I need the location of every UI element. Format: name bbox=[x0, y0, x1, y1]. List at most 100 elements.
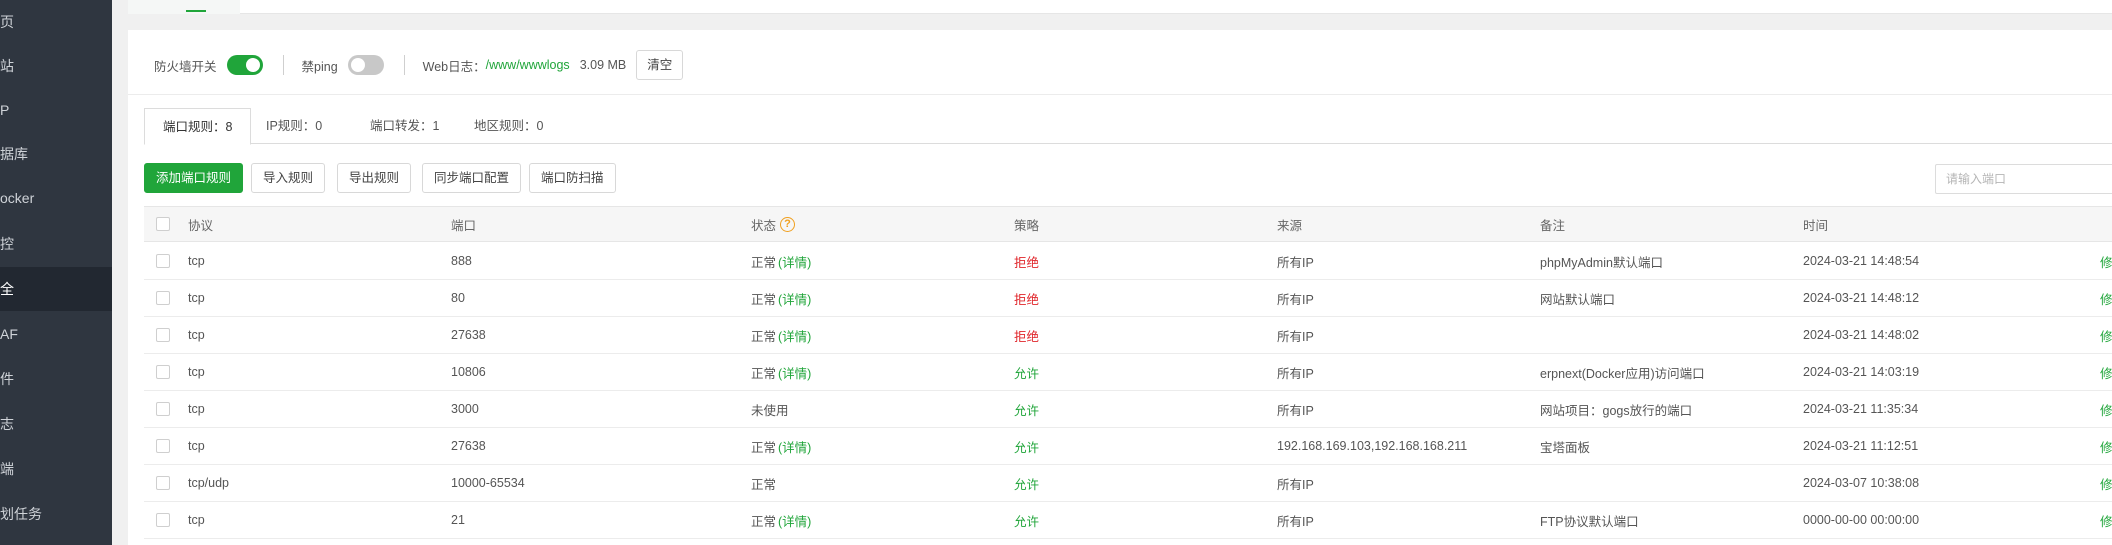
sidebar-item-ftp[interactable]: P bbox=[0, 88, 112, 132]
sync-port-config-button[interactable]: 同步端口配置 bbox=[422, 163, 522, 193]
sidebar-item-website[interactable]: 站 bbox=[0, 44, 112, 88]
cell-remark[interactable]: 网站项目：gogs放行的端口 bbox=[1540, 391, 1692, 427]
checkbox-box[interactable] bbox=[156, 439, 170, 453]
sidebar-item-label: 全 bbox=[0, 281, 14, 297]
help-icon[interactable]: ? bbox=[780, 216, 796, 232]
sidebar-item-cron[interactable]: 划任务 bbox=[0, 492, 112, 536]
checkbox-box[interactable] bbox=[156, 328, 170, 342]
row-checkbox[interactable] bbox=[156, 391, 170, 427]
tab-region-rules[interactable]: 地区规则：0 bbox=[456, 108, 561, 144]
sidebar-item-label: 划任务 bbox=[0, 506, 42, 522]
cell-policy[interactable]: 允许 bbox=[1014, 428, 1039, 464]
row-checkbox[interactable] bbox=[156, 280, 170, 316]
sidebar-item-files[interactable]: 件 bbox=[0, 357, 112, 401]
sidebar-item-security[interactable]: 全 bbox=[0, 267, 112, 311]
cell-port: 27638 bbox=[451, 328, 486, 342]
row-checkbox[interactable] bbox=[156, 317, 170, 353]
cell-policy[interactable]: 拒绝 bbox=[1014, 317, 1039, 353]
top-tab-active[interactable] bbox=[128, 0, 240, 14]
checkbox-box[interactable] bbox=[156, 217, 170, 231]
cell-policy[interactable]: 允许 bbox=[1014, 502, 1039, 538]
edit-link[interactable]: 修改 bbox=[2100, 280, 2112, 316]
select-all-checkbox[interactable] bbox=[156, 207, 170, 241]
sidebar-item-terminal[interactable]: 端 bbox=[0, 447, 112, 491]
edit-link[interactable]: 修改 bbox=[2100, 243, 2112, 279]
tab-ip-rules[interactable]: IP规则：0 bbox=[248, 108, 340, 144]
ping-toggle[interactable] bbox=[347, 55, 384, 75]
cell-source: 所有IP bbox=[1277, 255, 1314, 270]
tab-port-forward[interactable]: 端口转发：1 bbox=[352, 108, 457, 144]
status-detail-link[interactable]: (详情) bbox=[778, 326, 811, 345]
cell-policy[interactable]: 允许 bbox=[1014, 354, 1039, 390]
checkbox-box[interactable] bbox=[156, 476, 170, 490]
cell-remark[interactable]: FTP协议默认端口 bbox=[1540, 502, 1639, 538]
cell-source: 所有IP bbox=[1277, 477, 1314, 492]
header-time[interactable]: 时间 bbox=[1803, 207, 1828, 241]
cell-remark[interactable]: 宝塔面板 bbox=[1540, 428, 1590, 464]
cell-protocol: tcp bbox=[188, 402, 205, 416]
cell-remark[interactable]: 网站默认端口 bbox=[1540, 280, 1615, 316]
add-port-rule-button[interactable]: 添加端口规则 bbox=[144, 163, 244, 193]
weblog-path-link[interactable]: /www/wwwlogs bbox=[486, 58, 570, 72]
checkbox-box[interactable] bbox=[156, 513, 170, 527]
header-protocol[interactable]: 协议 bbox=[188, 207, 213, 241]
port-search-input[interactable] bbox=[1935, 164, 2112, 194]
tab-port-rules[interactable]: 端口规则：8 bbox=[144, 108, 252, 145]
firewall-switch-label: 防火墙开关 bbox=[154, 59, 217, 74]
cell-status: 正常 (详情) bbox=[751, 317, 811, 353]
edit-link[interactable]: 修改 bbox=[2100, 502, 2112, 538]
status-detail-link[interactable]: (详情) bbox=[778, 511, 811, 530]
sidebar-item-monitor[interactable]: 控 bbox=[0, 222, 112, 266]
row-checkbox[interactable] bbox=[156, 465, 170, 501]
status-detail-link[interactable]: (详情) bbox=[778, 363, 811, 382]
cell-port: 10806 bbox=[451, 365, 486, 379]
sidebar-item-label: 站 bbox=[0, 58, 14, 74]
sidebar-item-docker[interactable]: ocker bbox=[0, 176, 112, 220]
cell-time: 2024-03-07 10:38:08 bbox=[1803, 476, 1920, 490]
edit-link[interactable]: 修改 bbox=[2100, 428, 2112, 464]
cell-policy[interactable]: 拒绝 bbox=[1014, 280, 1039, 316]
cell-remark[interactable]: phpMyAdmin默认端口 bbox=[1540, 243, 1663, 279]
status-text: 正常 bbox=[751, 366, 777, 381]
edit-link[interactable]: 修改 bbox=[2100, 317, 2112, 353]
sidebar-item-logs[interactable]: 志 bbox=[0, 402, 112, 446]
cell-policy[interactable]: 允许 bbox=[1014, 391, 1039, 427]
sidebar-item-label: 控 bbox=[0, 236, 14, 252]
sidebar-item-database[interactable]: 据库 bbox=[0, 132, 112, 176]
sidebar-item-label: 页 bbox=[0, 14, 14, 30]
cell-policy[interactable]: 允许 bbox=[1014, 465, 1039, 501]
checkbox-box[interactable] bbox=[156, 402, 170, 416]
row-checkbox[interactable] bbox=[156, 428, 170, 464]
cell-time: 2024-03-21 14:48:12 bbox=[1803, 291, 1920, 305]
cell-remark[interactable]: erpnext(Docker应用)访问端口 bbox=[1540, 354, 1705, 390]
table-row: tcp 80 正常 (详情) 拒绝 所有IP 网站默认端口 2024-03-21 14:48:… bbox=[144, 280, 2112, 317]
checkbox-box[interactable] bbox=[156, 254, 170, 268]
clear-log-button[interactable]: 清空 bbox=[636, 50, 684, 80]
table-row: tcp 10806 正常 (详情) 允许 所有IP erpnext(Docker应用)访问端… bbox=[144, 354, 2112, 391]
row-checkbox[interactable] bbox=[156, 354, 170, 390]
header-status-label: 状态 bbox=[751, 218, 777, 233]
status-detail-link[interactable]: (详情) bbox=[778, 437, 811, 456]
ping-label: 禁ping bbox=[301, 59, 338, 74]
sidebar-item-home[interactable]: 页 bbox=[0, 0, 112, 44]
edit-link[interactable]: 修改 bbox=[2100, 465, 2112, 501]
row-checkbox[interactable] bbox=[156, 502, 170, 538]
cell-port: 3000 bbox=[451, 402, 479, 416]
checkbox-box[interactable] bbox=[156, 291, 170, 305]
export-rules-button[interactable]: 导出规则 bbox=[337, 163, 412, 193]
cell-status: 正常 bbox=[751, 465, 776, 501]
divider bbox=[403, 55, 405, 75]
port-scan-protection-button[interactable]: 端口防扫描 bbox=[529, 163, 616, 193]
firewall-toggle[interactable] bbox=[226, 55, 263, 75]
header-port[interactable]: 端口 bbox=[451, 207, 476, 241]
weblog-label: Web日志： bbox=[422, 59, 486, 74]
cell-policy[interactable]: 拒绝 bbox=[1014, 243, 1039, 279]
row-checkbox[interactable] bbox=[156, 243, 170, 279]
checkbox-box[interactable] bbox=[156, 365, 170, 379]
edit-link[interactable]: 修改 bbox=[2100, 354, 2112, 390]
status-detail-link[interactable]: (详情) bbox=[778, 252, 811, 271]
edit-link[interactable]: 修改 bbox=[2100, 391, 2112, 427]
status-detail-link[interactable]: (详情) bbox=[778, 289, 811, 308]
import-rules-button[interactable]: 导入规则 bbox=[251, 163, 326, 193]
sidebar-item-waf[interactable]: AF bbox=[0, 312, 112, 356]
